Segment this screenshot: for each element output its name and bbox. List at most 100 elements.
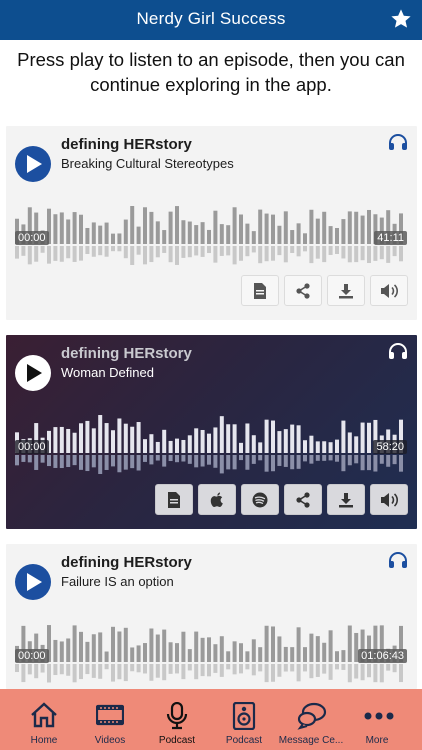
waveform-bar: [219, 224, 224, 244]
waveform-bar-reflection: [168, 455, 173, 462]
play-button[interactable]: [15, 355, 51, 391]
waveform-bar-reflection: [111, 664, 115, 682]
waveform-bar-reflection: [373, 664, 378, 683]
waveform-bar: [53, 639, 58, 662]
tab-podcast[interactable]: Podcast: [144, 689, 210, 750]
waveform-bar: [187, 435, 192, 453]
waveform-bar-reflection: [187, 246, 192, 258]
share-button[interactable]: [284, 484, 322, 515]
waveform-bar-reflection: [21, 246, 26, 256]
waveform-bar-reflection: [104, 455, 109, 470]
share-button[interactable]: [284, 275, 322, 306]
waveform-bar: [207, 229, 211, 244]
tab-home[interactable]: Home: [11, 689, 77, 750]
waveform-bar: [98, 632, 103, 662]
waveform-bar: [367, 422, 371, 453]
waveform-bar-reflection: [258, 246, 263, 264]
waveform-bar: [335, 227, 339, 244]
waveform-bar-reflection: [104, 246, 109, 257]
waveform-bar: [111, 626, 115, 662]
play-icon: [27, 155, 42, 173]
waveform-bar: [104, 222, 109, 244]
tab-more[interactable]: More: [344, 689, 410, 750]
waveform-bar-reflection: [194, 246, 199, 256]
download-button[interactable]: [327, 484, 365, 515]
waveform-bar-reflection: [226, 455, 231, 470]
waveform-bar: [341, 219, 346, 244]
spotify-button[interactable]: [241, 484, 279, 515]
transcript-button[interactable]: [155, 484, 193, 515]
waveform-bar-reflection: [239, 455, 243, 461]
waveform-bar-reflection: [59, 664, 64, 675]
waveform-bar: [232, 424, 237, 453]
waveform-bar-reflection: [315, 664, 320, 677]
waveform-bar: [258, 442, 263, 453]
star-icon[interactable]: [390, 8, 412, 30]
waveform-bar-reflection: [219, 664, 224, 677]
play-button[interactable]: [15, 564, 51, 600]
waveform[interactable]: [15, 204, 407, 266]
waveform-bar-reflection: [296, 455, 301, 469]
waveform-bar-reflection: [79, 664, 83, 680]
waveform-bar-reflection: [168, 664, 173, 674]
volume-button[interactable]: [370, 484, 408, 515]
waveform-bar-reflection: [130, 455, 135, 469]
waveform-bar-reflection: [47, 246, 51, 264]
waveform-bar: [303, 233, 307, 244]
waveform-bar-reflection: [373, 455, 378, 472]
waveform[interactable]: [15, 622, 407, 684]
waveform-bar-reflection: [200, 246, 205, 257]
waveform-bar-reflection: [335, 246, 339, 255]
waveform-bar: [155, 634, 160, 662]
current-time: 00:00: [15, 649, 49, 663]
waveform-bar-reflection: [399, 455, 403, 472]
waveform-bar-reflection: [379, 664, 384, 683]
waveform-bar: [309, 435, 314, 453]
waveform-bar-reflection: [123, 246, 128, 259]
waveform-bar-reflection: [34, 664, 39, 679]
tab-message-center[interactable]: Message Ce...: [278, 689, 344, 750]
waveform-bar-reflection: [187, 664, 192, 671]
waveform-bar: [66, 219, 71, 244]
play-button[interactable]: [15, 146, 51, 182]
waveform-bar: [322, 441, 327, 453]
waveform-bar: [136, 226, 141, 244]
waveform-bar: [130, 647, 135, 662]
waveform-bar: [264, 419, 269, 453]
waveform-bar-reflection: [392, 664, 397, 673]
chat-icon: [297, 702, 327, 730]
waveform-bar: [175, 206, 179, 244]
waveform-bar-reflection: [277, 455, 282, 466]
waveform-bar-reflection: [194, 455, 199, 468]
speaker-icon: [232, 702, 256, 730]
waveform-bar: [277, 431, 282, 453]
waveform[interactable]: [15, 413, 407, 475]
document-icon: [168, 491, 180, 508]
waveform-bar: [226, 651, 231, 662]
waveform-bar-reflection: [143, 664, 147, 674]
waveform-bar-reflection: [296, 246, 301, 257]
waveform-bar: [53, 214, 58, 244]
waveform-bar: [271, 626, 275, 662]
tab-podcast-player[interactable]: Podcast: [211, 689, 277, 750]
waveform-bar-reflection: [379, 455, 384, 464]
waveform-bar-reflection: [53, 246, 58, 261]
episode-card: defining HERstory Breaking Cultural Ster…: [6, 126, 417, 320]
apple-podcasts-button[interactable]: [198, 484, 236, 515]
waveform-bar-reflection: [335, 455, 339, 462]
download-button[interactable]: [327, 275, 365, 306]
waveform-bar-reflection: [194, 664, 199, 680]
tab-videos[interactable]: Videos: [77, 689, 143, 750]
waveform-bar-reflection: [283, 664, 288, 672]
transcript-button[interactable]: [241, 275, 279, 306]
waveform-bar-reflection: [85, 246, 90, 255]
volume-button[interactable]: [370, 275, 408, 306]
waveform-bar: [239, 643, 243, 662]
waveform-bar-reflection: [392, 455, 397, 465]
waveform-bar-reflection: [130, 664, 135, 672]
waveform-bar-reflection: [207, 455, 211, 465]
waveform-bar: [232, 207, 237, 244]
waveform-bar: [91, 428, 96, 453]
waveform-bar-reflection: [155, 455, 160, 461]
waveform-bar-reflection: [309, 664, 314, 679]
